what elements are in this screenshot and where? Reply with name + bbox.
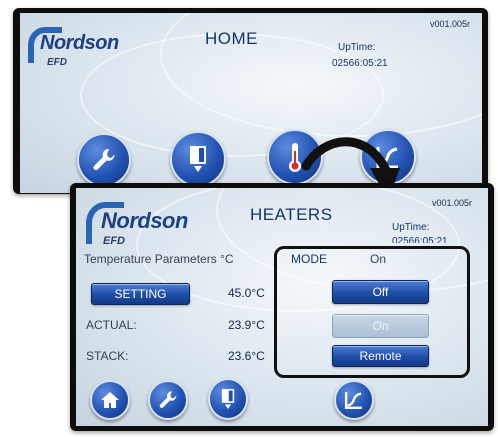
setting-value: 45.0°C <box>228 286 265 300</box>
graph-icon <box>343 389 365 411</box>
home-button[interactable] <box>90 380 130 420</box>
home-screen: Nordson EFD HOME v001.005r UpTime: 02566… <box>20 13 482 193</box>
version-label: v001.005r <box>432 198 473 208</box>
graph-button[interactable] <box>334 380 374 420</box>
home-icon <box>99 390 121 410</box>
nordson-logo: Nordson <box>101 208 188 233</box>
dispenser-icon <box>185 144 211 174</box>
wrench-icon <box>90 146 118 174</box>
efd-logo: EFD <box>47 57 67 68</box>
uptime-value: 02566:05:21 <box>392 237 448 243</box>
dispenser-icon <box>218 387 238 411</box>
actual-value: 23.9°C <box>228 318 265 332</box>
stack-label: STACK: <box>86 349 129 363</box>
dispense-button[interactable] <box>208 378 248 420</box>
mode-highlight-box <box>274 246 470 378</box>
service-button[interactable] <box>77 133 131 187</box>
uptime-label: UpTime: <box>392 222 430 233</box>
version-label: v001.005r <box>430 19 471 29</box>
page-title: HEATERS <box>250 205 333 224</box>
wrench-icon <box>157 389 179 411</box>
nordson-logo: Nordson <box>40 32 119 54</box>
temperature-parameters-heading: Temperature Parameters °C <box>84 252 234 266</box>
uptime-value: 02566:05:21 <box>332 58 388 69</box>
efd-logo: EFD <box>103 235 125 247</box>
actual-label: ACTUAL: <box>86 318 137 332</box>
page-title: HOME <box>205 29 258 48</box>
setting-button[interactable]: SETTING <box>91 283 190 305</box>
stack-value: 23.6°C <box>228 349 265 363</box>
dispense-button[interactable] <box>170 131 226 187</box>
uptime-label: UpTime: <box>338 42 376 53</box>
service-button[interactable] <box>148 380 188 420</box>
